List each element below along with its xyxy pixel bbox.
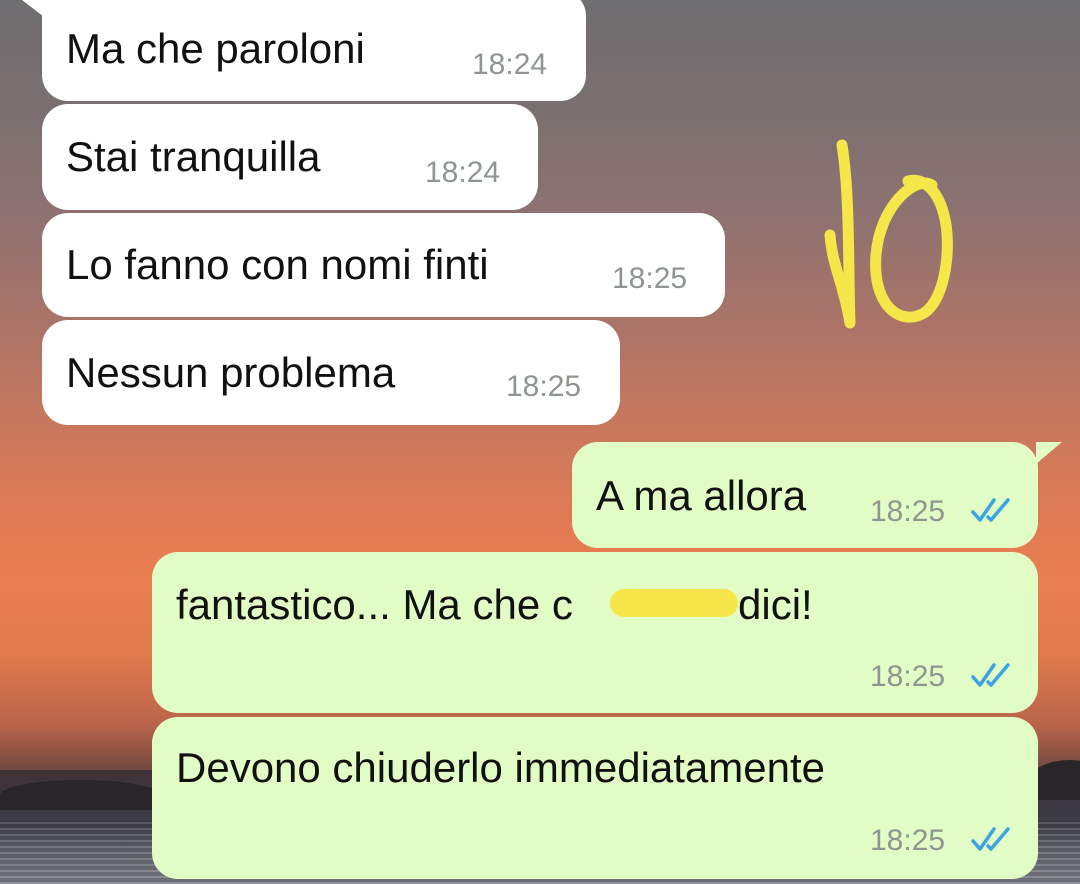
message-text: fantastico... Ma che c [176,581,573,628]
message-time: 18:25 [506,370,582,403]
message-time: 18:25 [870,824,946,857]
message-text: dici! [738,581,813,628]
message-text: Devono chiuderlo immediatamente [176,744,826,791]
message-time: 18:25 [870,660,946,693]
message-text: Ma che paroloni [66,25,365,72]
double-check-icon [971,498,1010,522]
double-check-icon [971,663,1010,687]
message-text: Stai tranquilla [66,133,321,180]
highlight-redaction [610,589,738,617]
bubble-tail [22,0,48,20]
double-check-icon [971,827,1010,851]
message-time: 18:25 [612,262,688,295]
handwritten-10-doodle [824,139,953,329]
message-text: Lo fanno con nomi finti [66,241,489,288]
message-text: A ma allora [596,472,807,519]
message-time: 18:25 [870,495,946,528]
message-text: Nessun problema [66,349,396,396]
bubble-tail [1036,442,1062,464]
message-time: 18:24 [472,48,548,81]
message-time: 18:24 [425,156,501,189]
